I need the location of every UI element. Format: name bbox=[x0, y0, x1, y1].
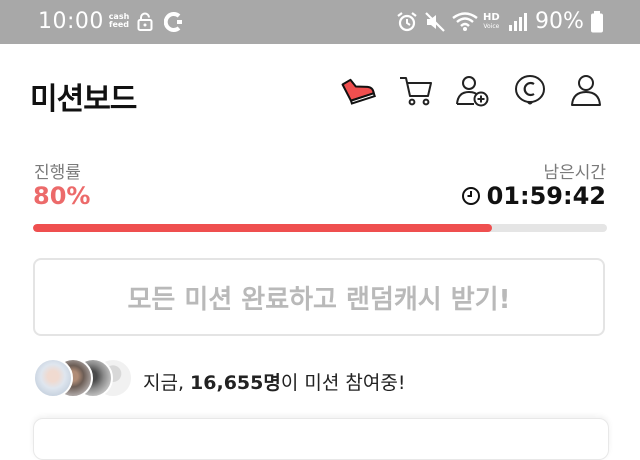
page-title: 미션보드 bbox=[30, 82, 137, 117]
clock-icon bbox=[461, 187, 480, 205]
avatar bbox=[33, 358, 73, 398]
lock-icon bbox=[137, 12, 153, 31]
app-c-icon bbox=[164, 12, 182, 32]
add-friend-icon[interactable] bbox=[454, 72, 490, 108]
battery-percent: 90% bbox=[535, 9, 584, 34]
coin-icon[interactable] bbox=[512, 72, 548, 108]
participants-status: 지금, 16,655명이 미션 참여중! bbox=[143, 368, 405, 395]
claim-random-cash-button[interactable]: 모든 미션 완료하고 랜덤캐시 받기! bbox=[33, 258, 605, 336]
status-time: 10:00 bbox=[38, 9, 104, 34]
progress-bar-fill bbox=[33, 224, 493, 232]
cart-icon[interactable] bbox=[398, 72, 434, 108]
remaining-timer: 01:59:42 bbox=[461, 182, 606, 210]
participant-avatars bbox=[33, 358, 143, 398]
remaining-time-label: 남은시간 bbox=[543, 163, 606, 183]
signal-icon bbox=[509, 13, 527, 31]
mission-card[interactable] bbox=[33, 418, 609, 460]
hd-voice-icon: HD Voice bbox=[483, 13, 500, 31]
status-bar: 10:00 cash feed HD Voice 90% bbox=[0, 0, 640, 44]
wifi-icon bbox=[452, 12, 478, 31]
progress-value: 80% bbox=[33, 182, 91, 210]
remaining-time-value: 01:59:42 bbox=[486, 182, 606, 210]
profile-icon[interactable] bbox=[568, 72, 604, 108]
cashfeed-icon-line2: feed bbox=[108, 20, 130, 29]
participants-suffix: 이 미션 참여중! bbox=[280, 372, 406, 394]
voice-label: Voice bbox=[483, 23, 500, 30]
progress-label: 진행률 bbox=[34, 163, 81, 183]
progress-bar bbox=[33, 224, 607, 232]
battery-icon bbox=[591, 11, 603, 33]
participants-count: 16,655명 bbox=[190, 372, 281, 394]
mute-icon bbox=[425, 12, 445, 32]
sneaker-icon[interactable] bbox=[340, 72, 376, 108]
cashfeed-icon: cash feed bbox=[107, 13, 131, 29]
participants-prefix: 지금, bbox=[143, 372, 191, 394]
alarm-icon bbox=[397, 12, 417, 32]
